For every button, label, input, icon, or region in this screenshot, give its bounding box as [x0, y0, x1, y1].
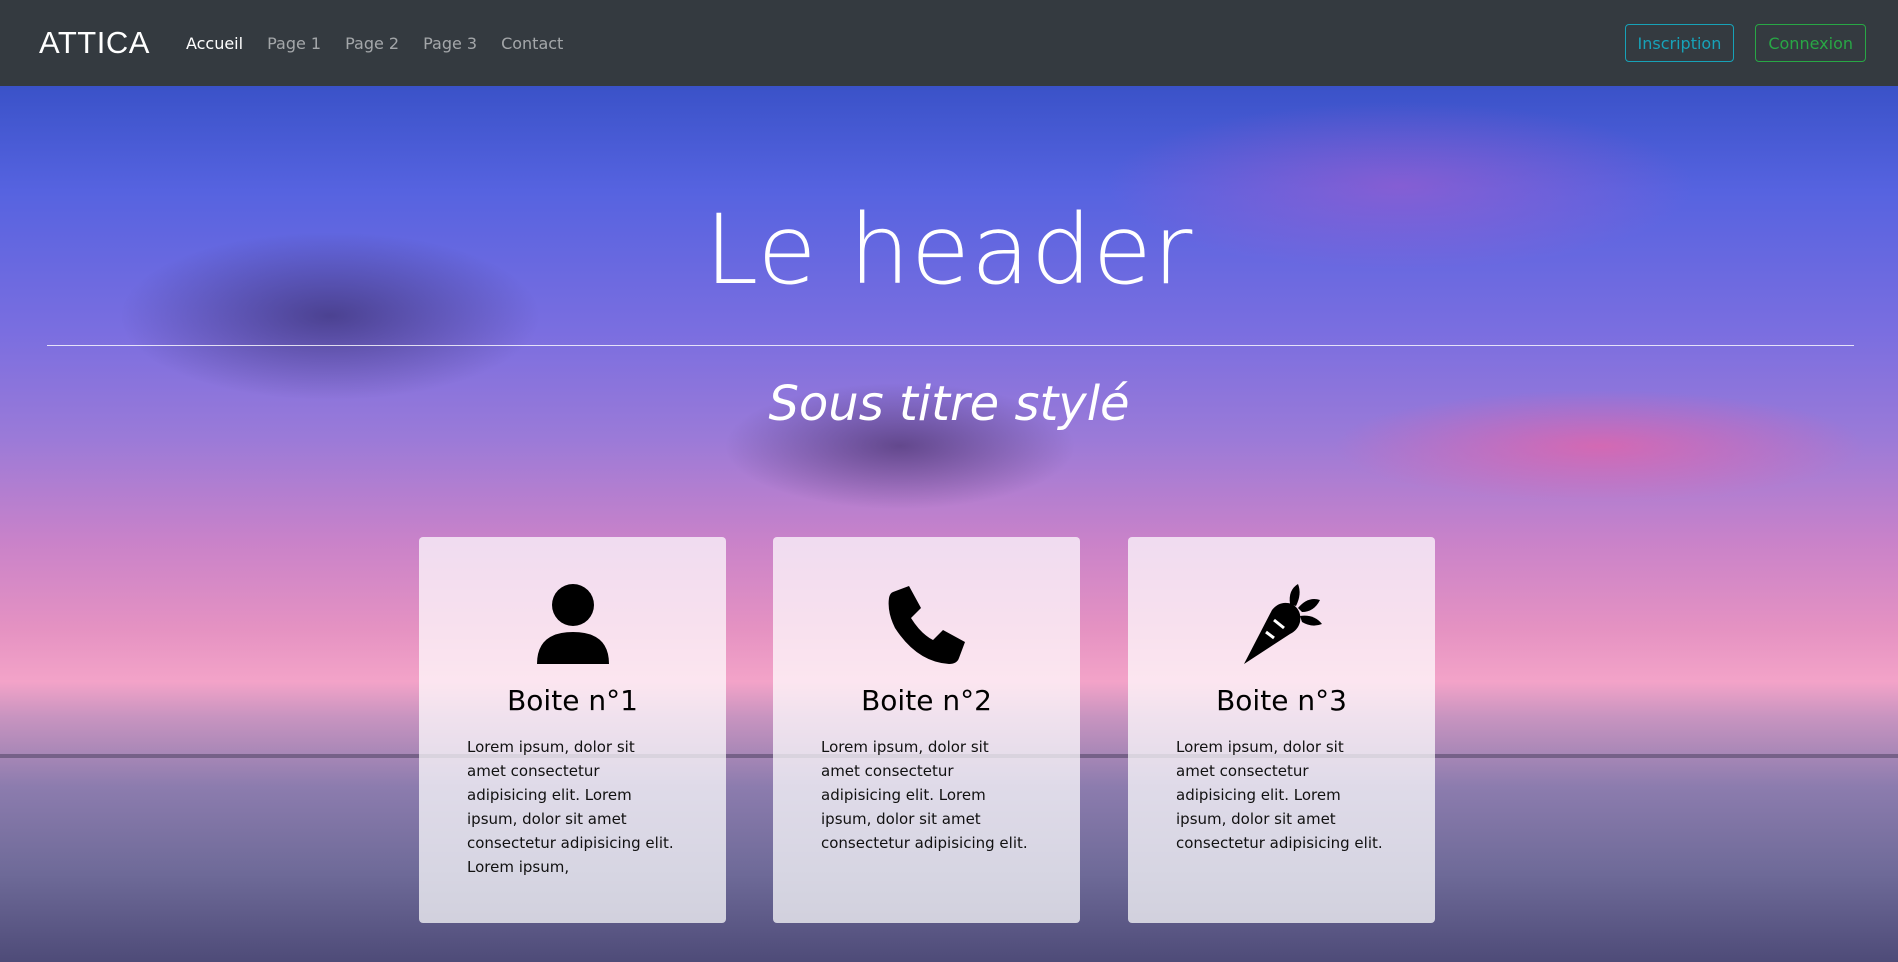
nav-links: Accueil Page 1 Page 2 Page 3 Contact	[174, 34, 575, 53]
signup-button[interactable]: Inscription	[1624, 24, 1735, 62]
card-text: Lorem ipsum, dolor sit amet consectetur …	[1176, 738, 1383, 852]
card-text: Lorem ipsum, dolor sit amet consectetur …	[821, 738, 1028, 852]
phone-icon	[888, 586, 965, 664]
hero-subtitle: Sous titre stylé	[768, 376, 1130, 432]
carrot-icon	[1243, 584, 1322, 664]
card-2: Boite n°2 Lorem ipsum, dolor sit amet co…	[773, 537, 1080, 923]
card-title: Boite n°1	[507, 684, 638, 717]
hero-title: Le header	[704, 194, 1194, 306]
login-button[interactable]: Connexion	[1755, 24, 1866, 62]
card-title: Boite n°2	[861, 684, 992, 717]
card-text: Lorem ipsum, dolor sit amet consectetur …	[467, 738, 674, 876]
navbar: ATTICA Accueil Page 1 Page 2 Page 3 Cont…	[0, 0, 1898, 86]
nav-actions: Inscription Connexion	[1624, 24, 1866, 62]
nav-link-contact[interactable]: Contact	[501, 34, 563, 53]
nav-link-page-1[interactable]: Page 1	[267, 34, 321, 53]
nav-link-page-2[interactable]: Page 2	[345, 34, 399, 53]
card-3: Boite n°3 Lorem ipsum, dolor sit amet co…	[1128, 537, 1435, 923]
nav-link-page-3[interactable]: Page 3	[423, 34, 477, 53]
brand-logo[interactable]: ATTICA	[39, 25, 150, 61]
hero-divider	[47, 345, 1854, 346]
hero-section: Le header Sous titre stylé Boite n°1 Lor…	[0, 86, 1898, 962]
card-1: Boite n°1 Lorem ipsum, dolor sit amet co…	[419, 537, 726, 923]
user-icon	[536, 584, 609, 664]
nav-link-accueil[interactable]: Accueil	[186, 34, 243, 53]
card-title: Boite n°3	[1216, 684, 1347, 717]
